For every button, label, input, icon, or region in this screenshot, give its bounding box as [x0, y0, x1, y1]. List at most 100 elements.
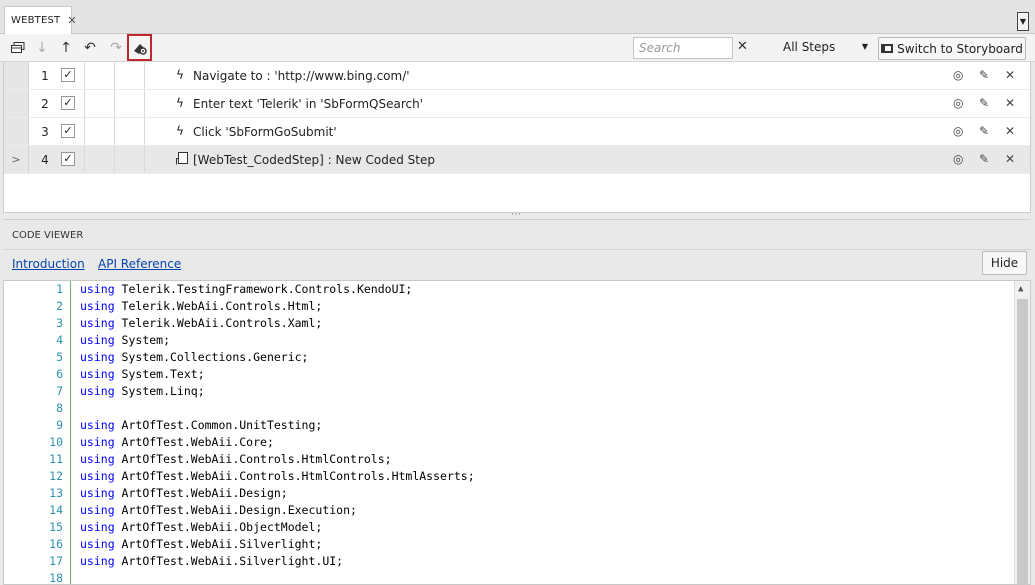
code-viewer-links: Introduction API Reference Hide: [3, 250, 1031, 280]
lightning-icon: ϟ: [176, 68, 184, 82]
scroll-up-icon[interactable]: ▲: [1018, 284, 1023, 294]
divider: [84, 62, 85, 89]
step-enabled-checkbox[interactable]: ✓: [61, 96, 75, 110]
collapse-all-icon[interactable]: [6, 34, 30, 62]
panel-splitter[interactable]: ⋯: [3, 209, 1031, 220]
tab-close-icon[interactable]: ✕: [67, 14, 76, 27]
lightning-icon: ϟ: [176, 96, 184, 110]
row-selector[interactable]: [4, 90, 29, 117]
divider: [114, 62, 115, 89]
code-line: 11 using ArtOfTest.WebAii.Controls.HtmlCo…: [4, 452, 1004, 469]
storyboard-icon: [881, 44, 894, 53]
tab-title: WEBTEST: [11, 15, 61, 26]
code-line: 9 using ArtOfTest.Common.UnitTesting;: [4, 418, 1004, 435]
code-line: 15 using ArtOfTest.WebAii.ObjectModel;: [4, 520, 1004, 537]
breakpoint-icon[interactable]: ◎: [953, 68, 963, 82]
code-line: 3 using Telerik.WebAii.Controls.Xaml;: [4, 316, 1004, 333]
edit-icon[interactable]: ✎: [979, 152, 989, 166]
keyword: using: [80, 469, 115, 483]
step-description[interactable]: Enter text 'Telerik' in 'SbFormQSearch': [193, 97, 423, 111]
code-line: 5 using System.Collections.Generic;: [4, 350, 1004, 367]
switch-to-storyboard-button[interactable]: Switch to Storyboard: [878, 37, 1026, 60]
hide-button[interactable]: Hide: [982, 251, 1027, 275]
edit-icon[interactable]: ✎: [979, 124, 989, 138]
code-text: using System.Collections.Generic;: [80, 350, 309, 364]
undo-icon[interactable]: ↶: [78, 34, 102, 62]
divider: [84, 146, 85, 173]
code-text: using System.Text;: [80, 367, 205, 381]
code-line: 2 using Telerik.WebAii.Controls.Html;: [4, 299, 1004, 316]
step-row-selected[interactable]: > 4 ✓ [WebTest_CodedStep] : New Coded St…: [4, 146, 1030, 174]
keyword: using: [80, 486, 115, 500]
code-viewer-header: CODE VIEWER: [3, 220, 1031, 250]
line-number: 5: [56, 350, 63, 364]
code-line: 4 using System;: [4, 333, 1004, 350]
api-reference-link[interactable]: API Reference: [98, 257, 181, 271]
move-up-icon[interactable]: ↑: [54, 34, 78, 62]
search-input[interactable]: Search: [633, 37, 733, 59]
scrollbar-thumb[interactable]: [1017, 299, 1028, 584]
line-number: 10: [49, 435, 63, 449]
keyword: using: [80, 384, 115, 398]
lightning-icon: ϟ: [176, 124, 184, 138]
code-text: using ArtOfTest.WebAii.Core;: [80, 435, 274, 449]
row-selector[interactable]: >: [4, 146, 29, 173]
code-line: 1 using Telerik.TestingFramework.Controls…: [4, 282, 1004, 299]
step-filter-value: All Steps: [783, 40, 836, 54]
divider: [114, 90, 115, 117]
code-line: 10 using ArtOfTest.WebAii.Core;: [4, 435, 1004, 452]
keyword: using: [80, 520, 115, 534]
code-editor[interactable]: ▲ 1 using Telerik.TestingFramework.Contro…: [3, 280, 1031, 585]
redo-icon[interactable]: ↷: [104, 34, 128, 62]
breakpoint-icon[interactable]: ◎: [953, 152, 963, 166]
keyword: using: [80, 452, 115, 466]
search-clear-icon[interactable]: ✕: [737, 39, 748, 54]
switch-to-storyboard-label: Switch to Storyboard: [897, 41, 1023, 56]
step-enabled-checkbox[interactable]: ✓: [61, 152, 75, 166]
code-step-settings-icon[interactable]: [127, 34, 152, 61]
tab-dropdown-icon[interactable]: ▼: [1017, 12, 1029, 31]
line-number: 1: [56, 282, 63, 296]
keyword: using: [80, 554, 115, 568]
line-number: 11: [49, 452, 63, 466]
edit-icon[interactable]: ✎: [979, 96, 989, 110]
divider: [84, 90, 85, 117]
step-filter-select[interactable]: All Steps ▼: [783, 40, 871, 54]
line-number: 9: [56, 418, 63, 432]
step-row[interactable]: 1 ✓ ϟ Navigate to : 'http://www.bing.com…: [4, 62, 1030, 90]
tab-webtest[interactable]: WEBTEST ✕: [4, 6, 77, 34]
step-description[interactable]: Click 'SbFormGoSubmit': [193, 125, 337, 139]
delete-icon[interactable]: ✕: [1005, 124, 1015, 138]
row-selector[interactable]: [4, 118, 29, 145]
keyword: using: [80, 435, 115, 449]
step-description[interactable]: Navigate to : 'http://www.bing.com/': [193, 69, 410, 83]
code-text: using System;: [80, 333, 171, 347]
keyword: using: [80, 418, 115, 432]
vertical-scrollbar[interactable]: ▲: [1014, 281, 1030, 584]
delete-icon[interactable]: ✕: [1005, 152, 1015, 166]
breakpoint-icon[interactable]: ◎: [953, 124, 963, 138]
step-description[interactable]: [WebTest_CodedStep] : New Coded Step: [193, 153, 435, 167]
steps-list: 1 ✓ ϟ Navigate to : 'http://www.bing.com…: [3, 62, 1031, 212]
delete-icon[interactable]: ✕: [1005, 96, 1015, 110]
line-number: 2: [56, 299, 63, 313]
keyword: using: [80, 282, 115, 296]
edit-icon[interactable]: ✎: [979, 68, 989, 82]
keyword: using: [80, 537, 115, 551]
move-down-icon[interactable]: ↓: [30, 34, 54, 62]
breakpoint-icon[interactable]: ◎: [953, 96, 963, 110]
delete-icon[interactable]: ✕: [1005, 68, 1015, 82]
introduction-link[interactable]: Introduction: [12, 257, 85, 271]
step-row[interactable]: 3 ✓ ϟ Click 'SbFormGoSubmit' ◎ ✎ ✕: [4, 118, 1030, 146]
line-number: 15: [49, 520, 63, 534]
splitter-grip-icon[interactable]: ⋯: [511, 209, 521, 220]
code-text: using Telerik.TestingFramework.Controls.…: [80, 282, 413, 296]
step-enabled-checkbox[interactable]: ✓: [61, 68, 75, 82]
line-number: 14: [49, 503, 63, 517]
divider: [114, 146, 115, 173]
step-row[interactable]: 2 ✓ ϟ Enter text 'Telerik' in 'SbFormQSe…: [4, 90, 1030, 118]
row-selector[interactable]: [4, 62, 29, 89]
steps-toolbar: ↓ ↑ ↶ ↷ Search ✕ All Steps ▼ Switch to S…: [0, 34, 1035, 62]
step-enabled-checkbox[interactable]: ✓: [61, 124, 75, 138]
code-text: using ArtOfTest.WebAii.Controls.HtmlCont…: [80, 452, 392, 466]
